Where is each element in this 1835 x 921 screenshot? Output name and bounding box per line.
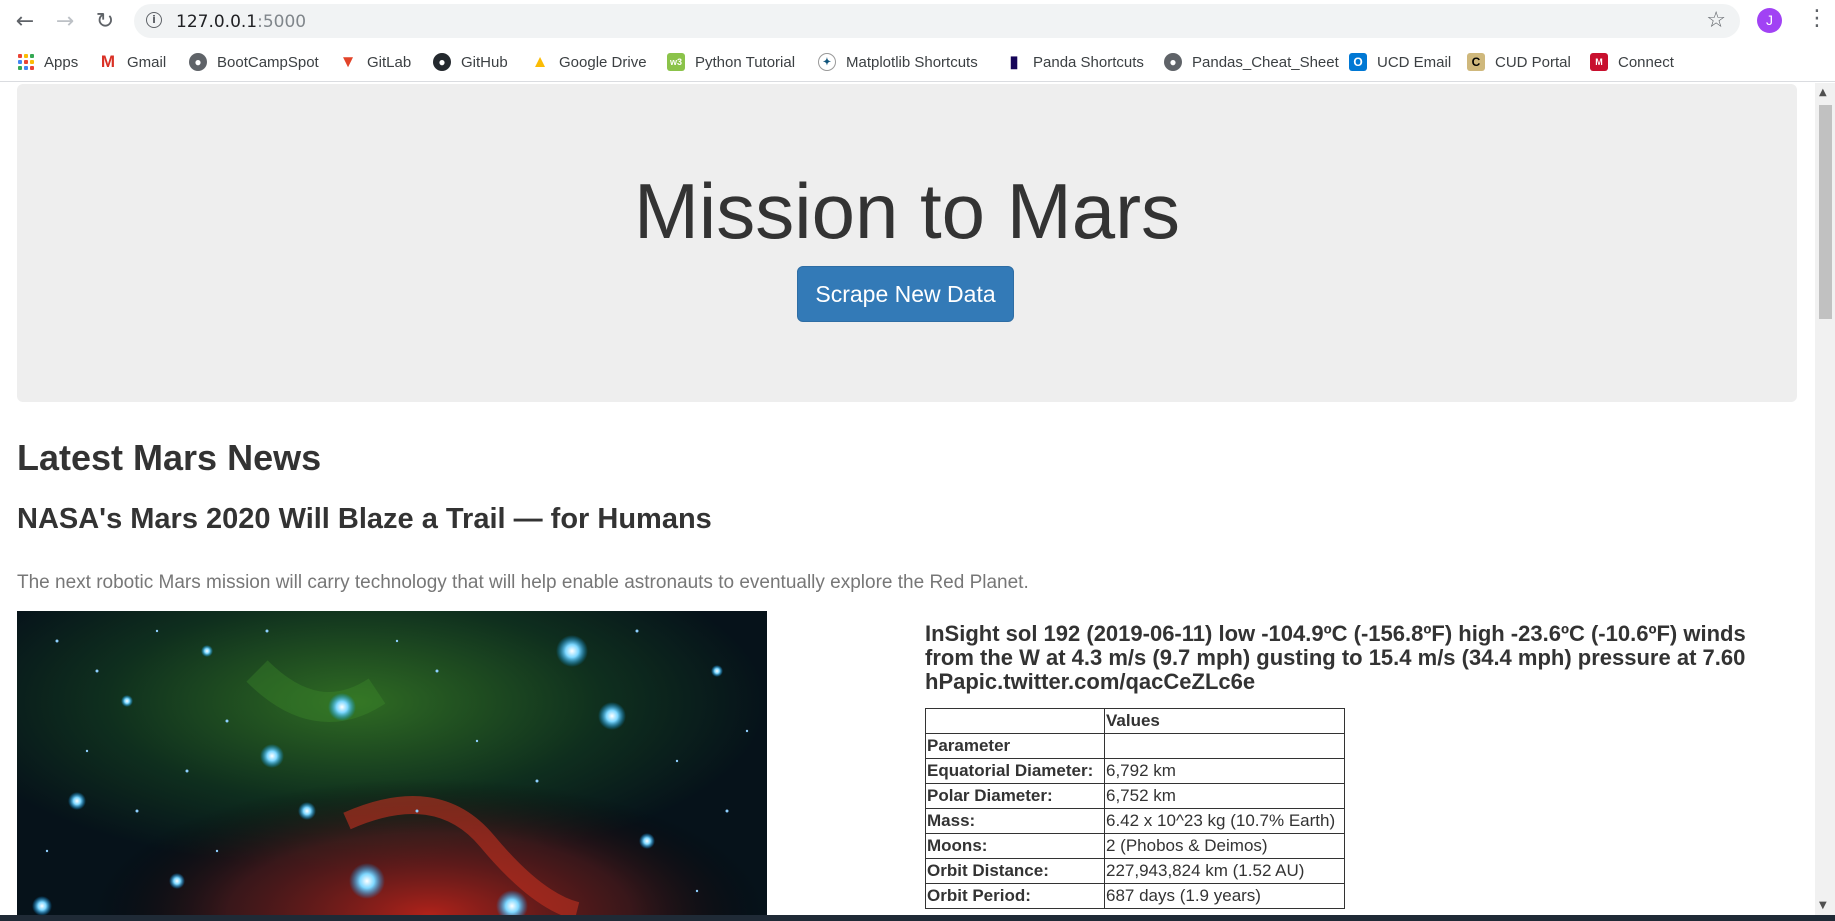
scroll-down-arrow-icon[interactable]: ▼ xyxy=(1819,900,1827,911)
bookmark-gmail[interactable]: M Gmail xyxy=(99,51,166,73)
jumbotron: Mission to Mars Scrape New Data xyxy=(17,84,1797,402)
fact-value: 687 days (1.9 years) xyxy=(1104,883,1345,909)
table-row: Mass: 6.42 x 10^23 kg (10.7% Earth) xyxy=(925,808,1345,834)
bookmark-python-tutorial[interactable]: w3 Python Tutorial xyxy=(667,51,795,73)
matplotlib-icon: ✦ xyxy=(818,53,836,71)
bookmark-matplotlib[interactable]: ✦ Matplotlib Shortcuts xyxy=(818,51,978,73)
table-header-row: Values xyxy=(925,708,1345,734)
address-bar[interactable]: i 127.0.0.1:5000 ☆ xyxy=(134,4,1740,38)
page-viewport: Mission to Mars Scrape New Data Latest M… xyxy=(0,83,1815,915)
menu-kebab-icon[interactable]: ⋮ xyxy=(1806,6,1828,31)
table-row: Polar Diameter: 6,752 km xyxy=(925,783,1345,809)
back-arrow-icon[interactable]: ← xyxy=(10,6,40,36)
bookmark-gitlab[interactable]: ▼ GitLab xyxy=(339,51,412,73)
globe-icon: ● xyxy=(189,53,207,71)
table-row: Equatorial Diameter: 6,792 km xyxy=(925,758,1345,784)
apps-grid-icon xyxy=(18,54,34,70)
gmail-icon: M xyxy=(100,52,116,71)
bookmark-github[interactable]: ● GitHub xyxy=(433,51,508,73)
gitlab-icon: ▼ xyxy=(339,52,357,71)
globe-icon: ● xyxy=(1164,53,1182,71)
cu-icon: C xyxy=(1467,53,1485,71)
bookmark-bootcampspot[interactable]: ● BootCampSpot xyxy=(189,51,319,73)
outlook-icon: O xyxy=(1349,53,1367,71)
fact-label: Polar Diameter: xyxy=(925,783,1105,809)
news-teaser: The next robotic Mars mission will carry… xyxy=(17,572,1029,593)
taskbar-edge xyxy=(0,915,1835,921)
python-tutorial-icon: w3 xyxy=(667,53,685,71)
fact-value: 2 (Phobos & Deimos) xyxy=(1104,833,1345,859)
scroll-up-arrow-icon[interactable]: ▲ xyxy=(1819,87,1827,98)
table-row: Orbit Distance: 227,943,824 km (1.52 AU) xyxy=(925,858,1345,884)
table-header-row: Parameter xyxy=(925,733,1345,759)
scrape-new-data-button[interactable]: Scrape New Data xyxy=(797,266,1014,322)
table-header-values: Values xyxy=(1104,708,1345,734)
bookmark-panda-shortcuts[interactable]: ▮ Panda Shortcuts xyxy=(1005,51,1144,73)
fact-label: Equatorial Diameter: xyxy=(925,758,1105,784)
fact-label: Moons: xyxy=(925,833,1105,859)
featured-space-image xyxy=(17,611,767,915)
reload-icon[interactable]: ↻ xyxy=(90,6,120,36)
mars-facts-table: Values Parameter Equatorial Diameter: 6,… xyxy=(925,708,1345,909)
bookmark-cud-portal[interactable]: C CUD Portal xyxy=(1467,51,1571,73)
page-title: Mission to Mars xyxy=(633,167,1181,255)
site-info-icon[interactable]: i xyxy=(146,12,162,28)
bookmark-ucd-email[interactable]: O UCD Email xyxy=(1349,51,1451,73)
table-header-blank xyxy=(1104,733,1345,759)
bookmark-connect[interactable]: M Connect xyxy=(1590,51,1674,73)
mars-weather-tweet: InSight sol 192 (2019-06-11) low -104.9º… xyxy=(925,621,1746,694)
forward-arrow-icon[interactable]: → xyxy=(50,6,80,36)
profile-avatar[interactable]: J xyxy=(1757,8,1782,33)
news-headline: NASA's Mars 2020 Will Blaze a Trail — fo… xyxy=(17,503,712,535)
bookmarks-bar: Apps M Gmail ● BootCampSpot ▼ GitLab ● G… xyxy=(0,42,1835,82)
bookmark-pandas-cheat-sheet[interactable]: ● Pandas_Cheat_Sheet xyxy=(1164,51,1339,73)
fact-label: Orbit Distance: xyxy=(925,858,1105,884)
latest-news-heading: Latest Mars News xyxy=(17,437,322,478)
fact-value: 6,752 km xyxy=(1104,783,1345,809)
bookmark-star-icon[interactable]: ☆ xyxy=(1706,8,1726,33)
fact-value: 227,943,824 km (1.52 AU) xyxy=(1104,858,1345,884)
table-header-empty xyxy=(925,708,1105,734)
fact-value: 6,792 km xyxy=(1104,758,1345,784)
page-scrollbar[interactable]: ▲ ▼ xyxy=(1815,83,1835,915)
github-icon: ● xyxy=(433,53,451,71)
url-text[interactable]: 127.0.0.1:5000 xyxy=(176,12,306,32)
browser-toolbar: ← → ↻ i 127.0.0.1:5000 ☆ J ⋮ xyxy=(0,0,1835,42)
panda-icon: ▮ xyxy=(1009,54,1019,71)
table-header-parameter: Parameter xyxy=(925,733,1105,759)
table-row: Orbit Period: 687 days (1.9 years) xyxy=(925,883,1345,909)
table-row: Moons: 2 (Phobos & Deimos) xyxy=(925,833,1345,859)
scroll-thumb[interactable] xyxy=(1819,105,1832,319)
bookmark-apps[interactable]: Apps xyxy=(18,51,78,73)
fact-label: Orbit Period: xyxy=(925,883,1105,909)
fact-label: Mass: xyxy=(925,808,1105,834)
connect-icon: M xyxy=(1590,53,1608,71)
google-drive-icon: ▲ xyxy=(531,52,549,71)
fact-value: 6.42 x 10^23 kg (10.7% Earth) xyxy=(1104,808,1345,834)
featured-mars-image xyxy=(17,611,767,915)
bookmark-google-drive[interactable]: ▲ Google Drive xyxy=(531,51,647,73)
